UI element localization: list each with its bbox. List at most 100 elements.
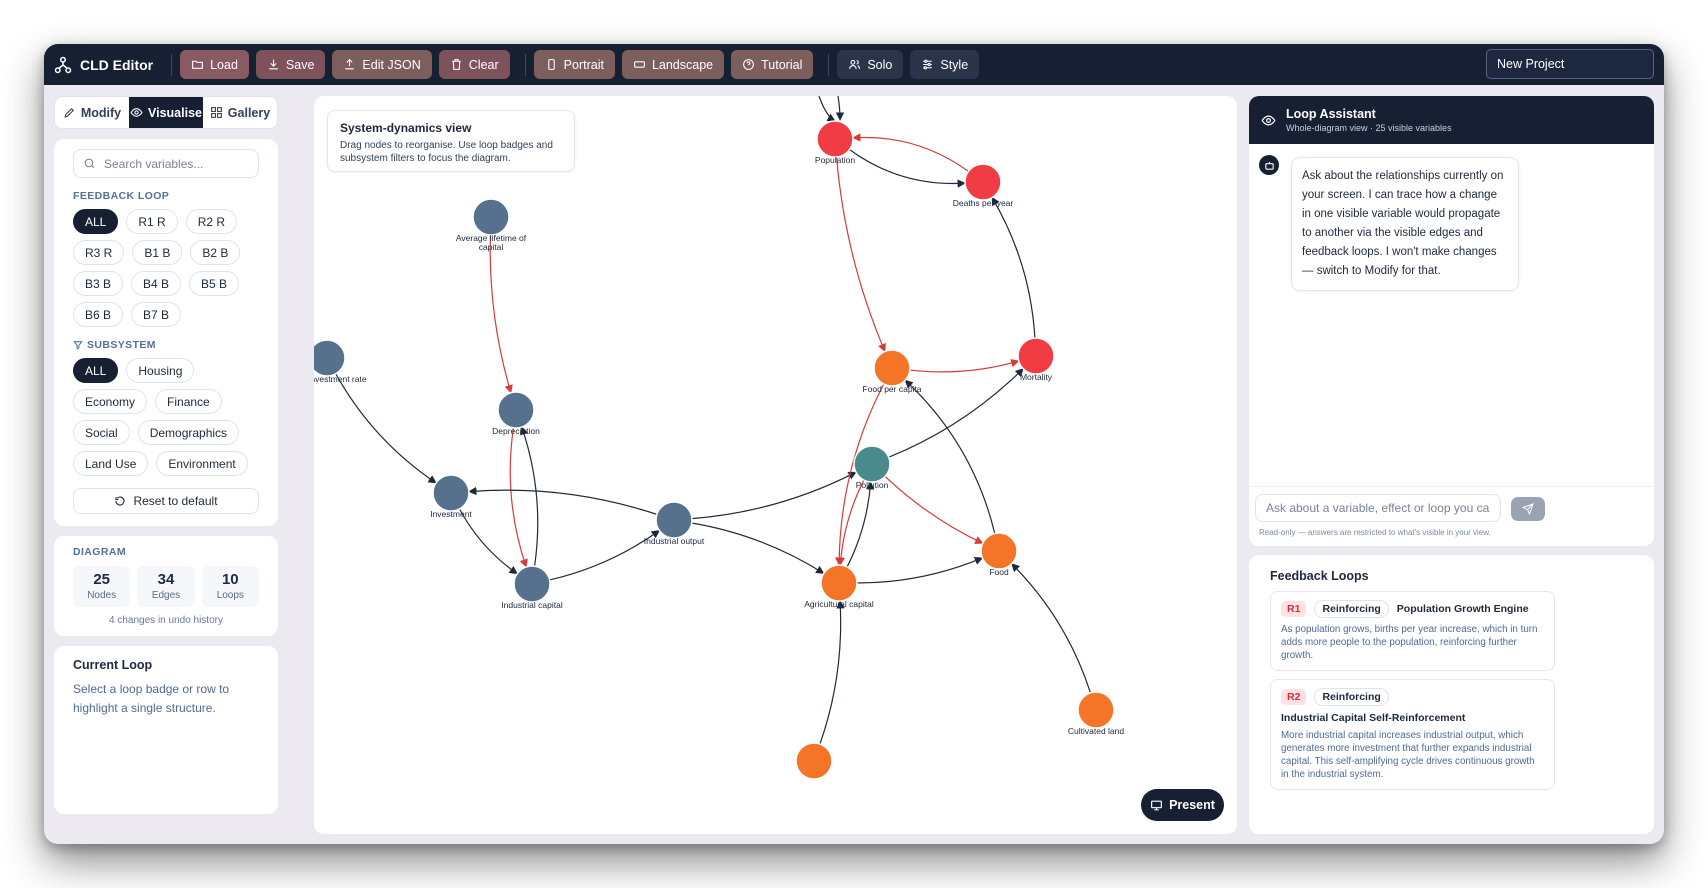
subsystem-label: SUBSYSTEM: [87, 339, 156, 351]
view-info-card: System-dynamics view Drag nodes to reorg…: [327, 110, 575, 172]
loop-card-r2[interactable]: R2 Reinforcing Industrial Capital Self-Rei…: [1270, 679, 1555, 790]
edge-pollution-to-mortality[interactable]: [888, 368, 1024, 458]
edge-population-to-deaths[interactable]: [849, 149, 966, 188]
node-pollution[interactable]: Pollution: [853, 445, 891, 490]
tab-visualise[interactable]: Visualise: [129, 97, 203, 128]
edit-json-label: Edit JSON: [362, 57, 421, 72]
subsystem-chip-all[interactable]: ALL: [73, 358, 119, 383]
edge-agri_capital-to-pollution[interactable]: [846, 481, 875, 568]
loop-chip-r2-r[interactable]: R2 R: [185, 209, 238, 234]
node-circle[interactable]: [1017, 337, 1055, 375]
node-mortality[interactable]: Mortality: [1017, 337, 1055, 382]
loop-card-r1[interactable]: R1 Reinforcing Population Growth Engine As …: [1270, 591, 1555, 671]
node-circle[interactable]: [820, 564, 858, 602]
loop-chip-b5-b[interactable]: B5 B: [189, 271, 240, 296]
loop-chip-b7-b[interactable]: B7 B: [131, 302, 182, 327]
node-agri-capital[interactable]: Agricultural capital: [804, 564, 874, 609]
project-name-input[interactable]: New Project: [1486, 49, 1654, 79]
loop-chip-b6-b[interactable]: B6 B: [73, 302, 124, 327]
node-circle[interactable]: [497, 391, 535, 429]
edge-population-to-food_pc[interactable]: [835, 156, 886, 353]
subsystem-chip-housing[interactable]: Housing: [126, 358, 195, 383]
portrait-label: Portrait: [563, 57, 604, 72]
subsystem-chip-finance[interactable]: Finance: [155, 389, 222, 414]
node-industrial-capital[interactable]: Industrial capital: [501, 565, 563, 610]
node-circle[interactable]: [472, 198, 510, 236]
node-population[interactable]: Population: [815, 120, 855, 165]
loop-id-badge[interactable]: R2: [1281, 689, 1307, 705]
edge-bottom_node-to-agri_capital[interactable]: [819, 600, 845, 745]
node-circle[interactable]: [1077, 691, 1115, 729]
landscape-button[interactable]: Landscape: [621, 50, 725, 79]
subsystem-chip-social[interactable]: Social: [73, 420, 130, 445]
reset-button[interactable]: Reset to default: [73, 488, 259, 514]
node-depreciation[interactable]: Depreciation: [492, 391, 540, 436]
edge-avg_lifetime-to-depreciation[interactable]: [489, 234, 513, 394]
node-food-pc[interactable]: Food per capita: [862, 349, 922, 394]
landscape-label: Landscape: [651, 57, 714, 72]
node-investment-rate[interactable]: Investment rate: [314, 339, 367, 384]
solo-button[interactable]: Solo: [837, 50, 904, 79]
tab-gallery[interactable]: Gallery: [203, 97, 277, 128]
edge-cultivated_land-to-food[interactable]: [1011, 563, 1092, 694]
edge-offscreen-to-population-1[interactable]: [818, 96, 836, 122]
subsystem-chip-demographics[interactable]: Demographics: [137, 420, 240, 445]
causal-loop-diagram[interactable]: Population Deaths per year Average lifetim…: [314, 96, 1237, 834]
load-button[interactable]: Load: [180, 50, 249, 79]
edge-food_pc-to-mortality[interactable]: [909, 359, 1020, 373]
save-button[interactable]: Save: [255, 50, 326, 79]
edge-deaths-to-population[interactable]: [852, 133, 969, 172]
portrait-button[interactable]: Portrait: [533, 50, 615, 79]
loop-chip-r1-r[interactable]: R1 R: [126, 209, 178, 234]
subsystem-chip-land-use[interactable]: Land Use: [73, 451, 149, 476]
chat-input[interactable]: Ask about a variable, effect or loop you…: [1255, 494, 1501, 522]
node-circle[interactable]: [655, 501, 693, 539]
node-food[interactable]: Food: [980, 532, 1018, 577]
node-cultivated-land[interactable]: Cultivated land: [1068, 691, 1125, 736]
loop-chip-b4-b[interactable]: B4 B: [131, 271, 182, 296]
subsystem-chip-environment[interactable]: Environment: [156, 451, 248, 476]
loop-id-badge[interactable]: R1: [1281, 601, 1307, 617]
loop-chip-r3-r[interactable]: R3 R: [73, 240, 125, 265]
subsystem-chip-economy[interactable]: Economy: [73, 389, 148, 414]
node-circle[interactable]: [964, 163, 1002, 201]
node-circle[interactable]: [853, 445, 891, 483]
present-button[interactable]: Present: [1141, 789, 1224, 821]
edge-industrial_output-to-investment[interactable]: [468, 486, 658, 515]
tutorial-button[interactable]: Tutorial: [731, 50, 814, 79]
loop-chip-b1-b[interactable]: B1 B: [132, 240, 183, 265]
node-investment[interactable]: Investment: [430, 474, 472, 519]
node-circle[interactable]: [513, 565, 551, 603]
search-input[interactable]: Search variables...: [73, 149, 259, 178]
loop-chip-b3-b[interactable]: B3 B: [73, 271, 124, 296]
loop-chip-all[interactable]: ALL: [73, 209, 119, 234]
loop-chip-b2-b[interactable]: B2 B: [190, 240, 241, 265]
node-circle[interactable]: [980, 532, 1018, 570]
style-button[interactable]: Style: [910, 50, 980, 79]
node-avg-lifetime[interactable]: Average lifetime ofcapital: [456, 198, 527, 252]
node-circle[interactable]: [795, 742, 833, 780]
edge-offscreen-to-population-2[interactable]: [835, 96, 845, 121]
node-deaths[interactable]: Deaths per year: [953, 163, 1014, 208]
clear-button[interactable]: Clear: [438, 50, 510, 79]
edge-industrial_capital-to-depreciation[interactable]: [520, 426, 539, 567]
edge-pollution-to-food[interactable]: [884, 475, 984, 544]
edge-industrial_output-to-agri_capital[interactable]: [691, 522, 825, 574]
node-bottom-node[interactable]: [795, 742, 833, 780]
node-circle[interactable]: [873, 349, 911, 387]
edge-industrial_output-to-pollution[interactable]: [691, 471, 857, 520]
edit-json-button[interactable]: Edit JSON: [332, 50, 432, 79]
edge-agri_capital-to-food[interactable]: [856, 556, 984, 584]
tab-modify[interactable]: Modify: [55, 97, 129, 128]
edge-pollution-to-agri_capital[interactable]: [836, 479, 865, 566]
send-button[interactable]: [1511, 497, 1545, 521]
edge-food-to-food_pc[interactable]: [904, 379, 996, 534]
edge-depreciation-to-industrial_capital[interactable]: [509, 427, 528, 568]
node-label: Food per capita: [862, 384, 921, 394]
edge-mortality-to-deaths[interactable]: [991, 196, 1036, 339]
node-circle[interactable]: [432, 474, 470, 512]
edge-investment_rate-to-investment[interactable]: [335, 373, 437, 484]
diagram-canvas[interactable]: Population Deaths per year Average lifetim…: [314, 96, 1237, 834]
node-circle[interactable]: [314, 339, 346, 377]
node-circle[interactable]: [816, 120, 854, 158]
